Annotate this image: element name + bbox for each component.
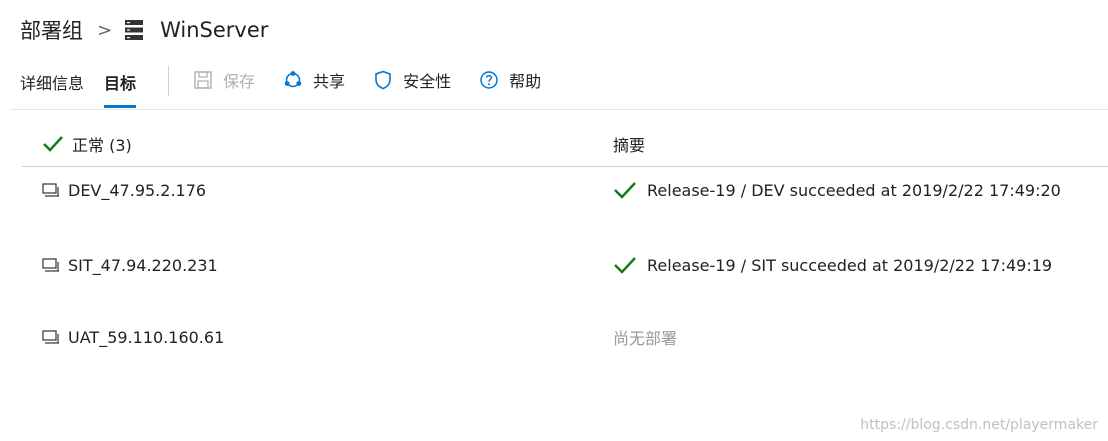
- help-label: 帮助: [509, 72, 542, 91]
- status-column-header[interactable]: 正常 (3): [42, 132, 132, 156]
- toolbar: 详细信息 目标 保存 共享 安全性 帮助: [20, 62, 569, 108]
- summary-column-label: 摘要: [613, 136, 646, 155]
- summary-text: 尚无部署: [613, 329, 678, 348]
- share-label: 共享: [313, 72, 346, 91]
- checkmark-icon: [614, 257, 636, 274]
- toolbar-divider: [168, 66, 170, 96]
- machine-icon: [42, 330, 59, 344]
- table-row[interactable]: DEV_47.95.2.176 Release-19 / DEV succeed…: [0, 177, 1108, 203]
- target-name-cell: SIT_47.94.220.231: [42, 252, 218, 278]
- machine-icon: [42, 258, 59, 272]
- share-button[interactable]: 共享: [283, 62, 345, 98]
- breadcrumb: 部署组 > WinServer: [20, 14, 268, 46]
- save-label: 保存: [223, 72, 256, 91]
- target-name[interactable]: DEV_47.95.2.176: [68, 181, 206, 200]
- tab-targets[interactable]: 目标: [104, 62, 137, 108]
- save-button[interactable]: 保存: [193, 62, 255, 98]
- help-button[interactable]: 帮助: [479, 62, 541, 98]
- security-button[interactable]: 安全性: [373, 62, 451, 98]
- table-header-divider: [22, 166, 1108, 167]
- summary-cell: Release-19 / SIT succeeded at 2019/2/22 …: [613, 252, 1052, 278]
- summary-cell: Release-19 / DEV succeeded at 2019/2/22 …: [613, 177, 1061, 203]
- target-name[interactable]: SIT_47.94.220.231: [68, 256, 218, 275]
- header-divider: [10, 109, 1108, 110]
- summary-column-header: 摘要: [613, 132, 645, 156]
- watermark: https://blog.csdn.net/playermaker: [860, 417, 1098, 433]
- page-title: WinServer: [160, 18, 269, 42]
- table-row[interactable]: UAT_59.110.160.61 尚无部署: [0, 324, 1108, 350]
- breadcrumb-root-link[interactable]: 部署组: [20, 15, 83, 45]
- checkmark-icon: [43, 136, 63, 152]
- server-icon: [124, 19, 144, 41]
- share-icon: [284, 71, 302, 88]
- summary-text[interactable]: Release-19 / DEV succeeded at 2019/2/22 …: [647, 181, 1061, 200]
- summary-text[interactable]: Release-19 / SIT succeeded at 2019/2/22 …: [647, 256, 1052, 275]
- shield-icon: [375, 70, 391, 90]
- help-icon: [480, 71, 498, 89]
- status-column-label: 正常 (3): [72, 136, 132, 155]
- target-name[interactable]: UAT_59.110.160.61: [68, 328, 224, 347]
- target-name-cell: UAT_59.110.160.61: [42, 324, 224, 350]
- security-label: 安全性: [403, 72, 452, 91]
- summary-cell: 尚无部署: [613, 324, 677, 350]
- save-icon: [194, 71, 212, 89]
- machine-icon: [42, 183, 59, 197]
- checkmark-icon: [614, 182, 636, 199]
- breadcrumb-separator-icon: >: [97, 19, 113, 41]
- target-name-cell: DEV_47.95.2.176: [42, 177, 206, 203]
- table-row[interactable]: SIT_47.94.220.231 Release-19 / SIT succe…: [0, 252, 1108, 278]
- tab-details[interactable]: 详细信息: [20, 62, 84, 108]
